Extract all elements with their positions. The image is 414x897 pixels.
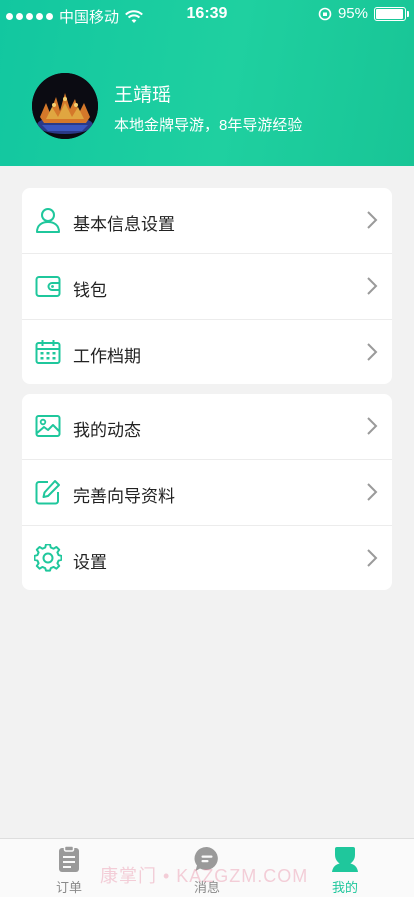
- image-icon: [35, 415, 61, 437]
- menu-item-label: 钱包: [73, 281, 107, 300]
- chevron-right-icon: [367, 277, 378, 295]
- menu-item-label: 完善向导资料: [73, 487, 175, 506]
- tab-orders[interactable]: 订单: [29, 845, 109, 896]
- profile-header: 中国移动 16:39 95% 王靖瑶 本地金牌导游，8年导游经验: [0, 0, 414, 166]
- avatar[interactable]: [32, 73, 98, 139]
- calendar-icon: [35, 340, 61, 364]
- battery-percent: 95%: [337, 5, 368, 22]
- menu-item-label: 基本信息设置: [73, 215, 175, 234]
- edit-icon: [35, 480, 60, 505]
- chevron-right-icon: [367, 549, 378, 567]
- rotation-lock-icon: [318, 7, 332, 20]
- battery-icon: [374, 6, 409, 21]
- menu-card-primary: 基本信息设置 钱包 工作档期: [22, 188, 392, 384]
- chevron-right-icon: [367, 417, 378, 435]
- tab-label: 我的: [331, 880, 358, 895]
- chevron-right-icon: [367, 211, 378, 229]
- menu-item-label: 我的动态: [73, 421, 141, 440]
- user-icon: [36, 208, 60, 233]
- menu-item-basic-info[interactable]: 基本信息设置: [22, 188, 392, 253]
- status-bar: 中国移动 16:39 95%: [0, 0, 414, 30]
- menu-card-secondary: 我的动态 完善向导资料 设置: [22, 394, 392, 590]
- profile-description: 本地金牌导游，8年导游经验: [114, 117, 303, 134]
- tab-mine[interactable]: 我的: [305, 845, 385, 896]
- menu-item-complete-guide-profile[interactable]: 完善向导资料: [22, 460, 392, 525]
- menu-item-settings[interactable]: 设置: [22, 526, 392, 591]
- profile-name: 王靖瑶: [114, 85, 172, 106]
- watermark: 康掌门 • KAZGZM.COM: [100, 866, 309, 886]
- chevron-right-icon: [367, 343, 378, 361]
- chevron-right-icon: [367, 483, 378, 501]
- menu-item-work-schedule[interactable]: 工作档期: [22, 320, 392, 385]
- person-icon: [332, 847, 358, 872]
- gear-icon: [34, 544, 62, 572]
- menu-item-label: 设置: [73, 553, 107, 572]
- menu-item-wallet[interactable]: 钱包: [22, 254, 392, 319]
- menu-item-my-moments[interactable]: 我的动态: [22, 394, 392, 459]
- clipboard-icon: [59, 845, 79, 872]
- tab-label: 订单: [55, 880, 82, 895]
- menu-item-label: 工作档期: [73, 347, 141, 366]
- avatar-photo: [32, 73, 98, 139]
- wallet-icon: [35, 276, 61, 297]
